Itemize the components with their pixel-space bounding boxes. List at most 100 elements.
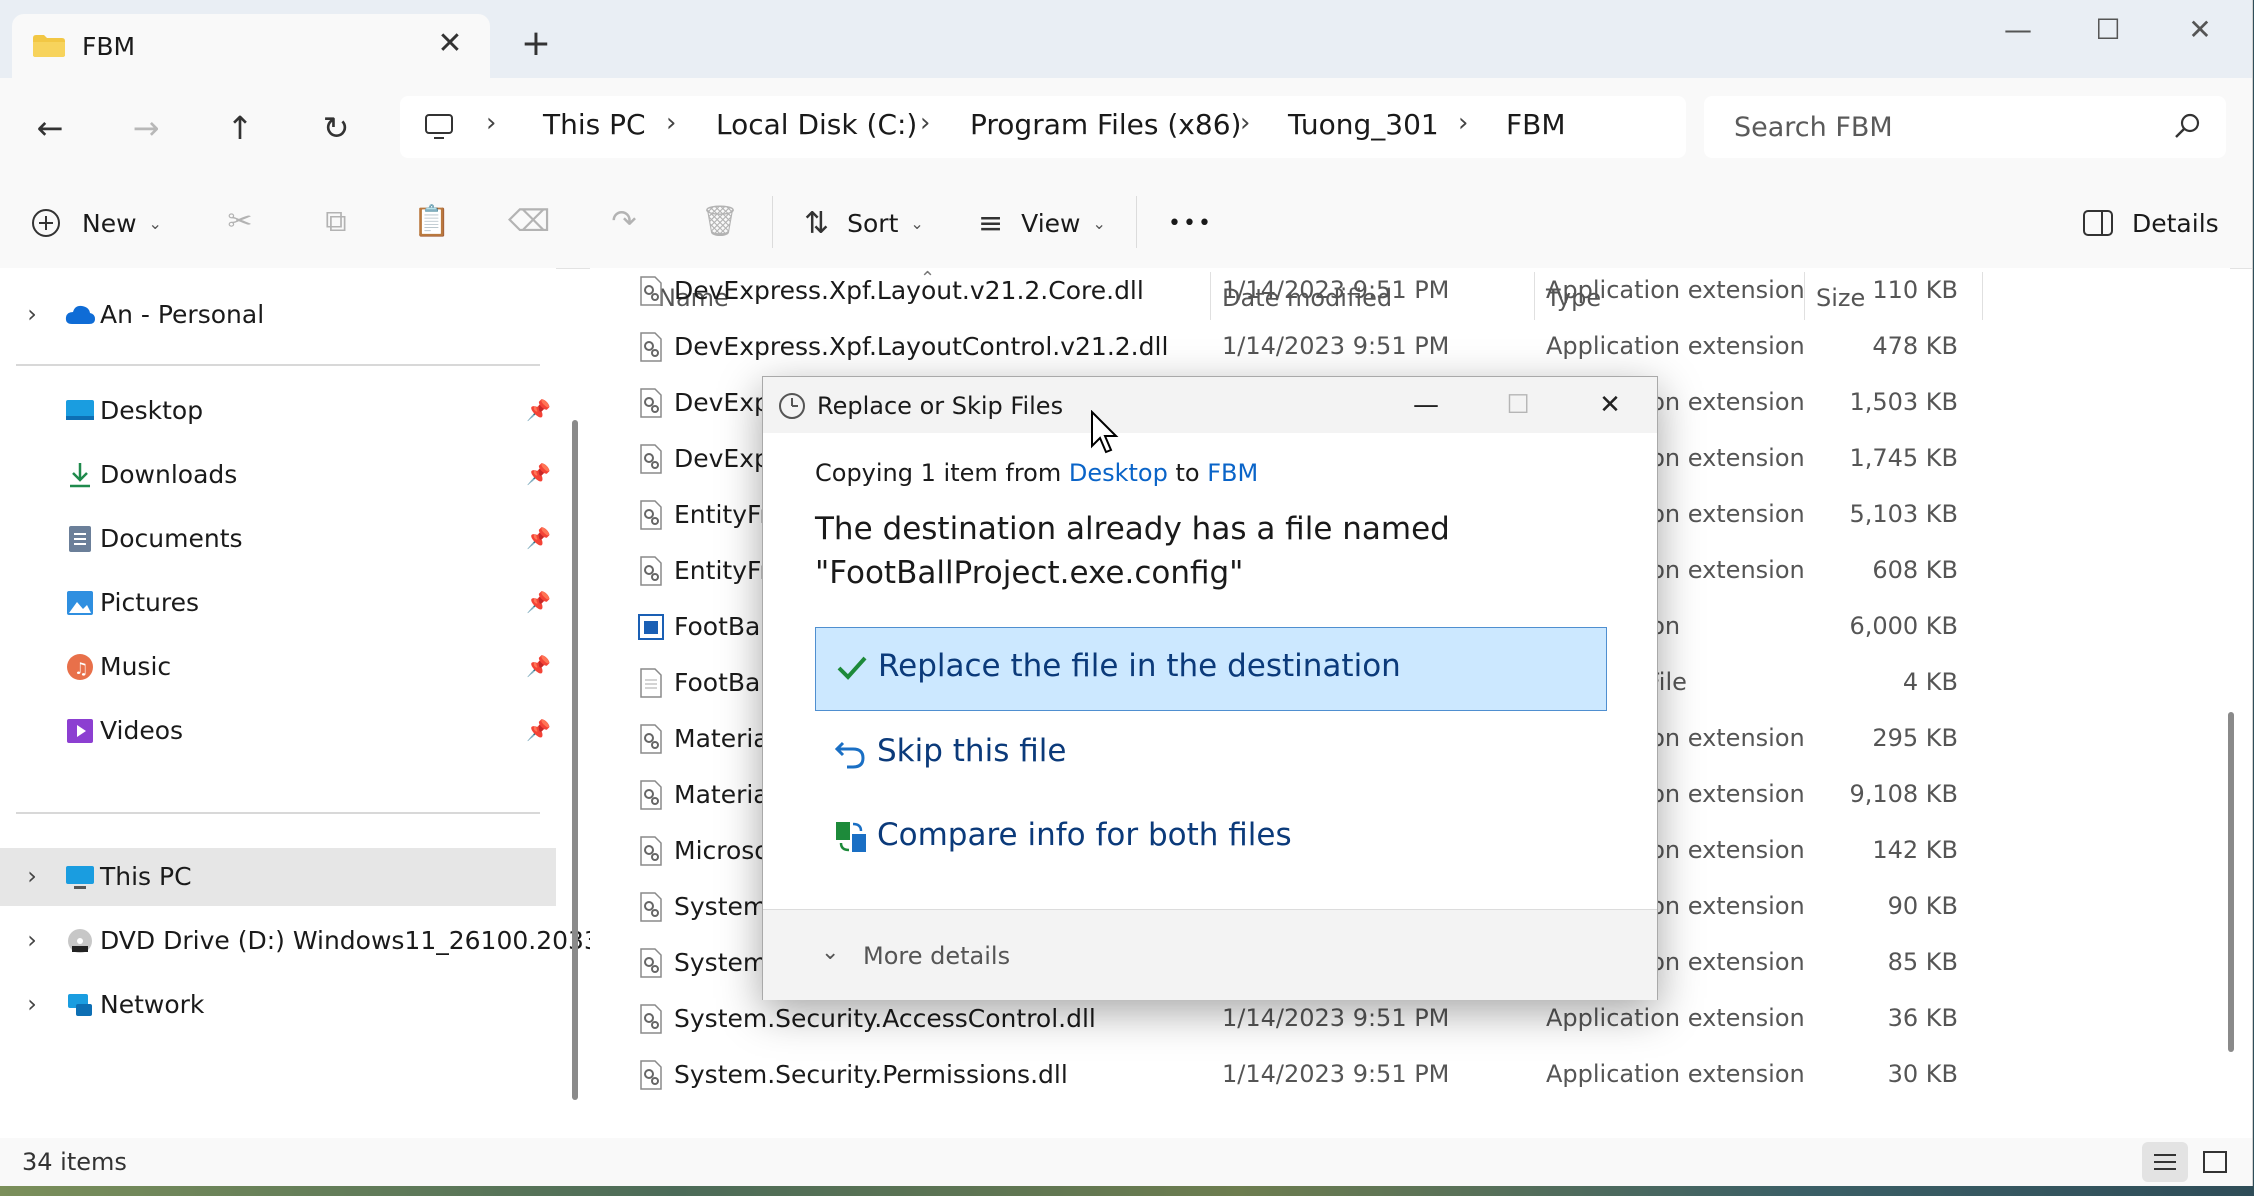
file-size: 142 KB xyxy=(1872,836,1958,864)
item-count: 34 items xyxy=(22,1148,127,1176)
chevron-right-icon[interactable]: › xyxy=(20,300,44,328)
file-row[interactable]: System.Security.Permissions.dll 1/14/2023… xyxy=(590,1048,1990,1104)
cut-icon[interactable]: ✂ xyxy=(220,202,260,242)
new-tab-button[interactable]: + xyxy=(516,26,556,62)
file-type: Application extension xyxy=(1546,332,1805,360)
search-box xyxy=(1704,96,2226,158)
sidebar-item-dvd-drive[interactable]: › DVD Drive (D:) Windows11_26100.2033_Pr… xyxy=(0,912,652,970)
sidebar-item-downloads[interactable]: Downloads 📌 xyxy=(0,446,556,504)
sidebar-item-label: DVD Drive (D:) Windows11_26100.2033_Pro xyxy=(100,926,653,955)
breadcrumb-local-disk[interactable]: Local Disk (C:) xyxy=(716,108,917,141)
forward-button[interactable]: → xyxy=(124,106,168,150)
file-name: System.Security.Permissions.dll xyxy=(674,1060,1068,1089)
address-bar[interactable]: › This PC › Local Disk (C:) › Program Fi… xyxy=(400,96,1686,158)
folder-icon xyxy=(33,35,65,57)
chevron-right-icon[interactable]: › xyxy=(666,108,676,138)
more-options-button[interactable]: ••• xyxy=(1168,200,1213,246)
pin-icon[interactable]: 📌 xyxy=(526,526,551,550)
sidebar-item-documents[interactable]: Documents 📌 xyxy=(0,510,556,568)
pin-icon[interactable]: 📌 xyxy=(526,590,551,614)
file-size: 1,503 KB xyxy=(1849,388,1958,416)
replace-file-option[interactable]: Replace the file in the destination xyxy=(815,627,1607,711)
minimize-button[interactable]: — xyxy=(1988,10,2048,50)
tab-fbm[interactable]: FBM ✕ xyxy=(12,14,490,78)
chevron-right-icon[interactable]: › xyxy=(20,926,44,954)
chevron-down-icon[interactable]: ⌄ xyxy=(821,940,839,965)
pin-icon[interactable]: 📌 xyxy=(526,462,551,486)
sidebar-item-music[interactable]: ♫ Music 📌 xyxy=(0,638,556,696)
search-icon[interactable] xyxy=(2172,110,2204,142)
undo-arrow-icon xyxy=(834,741,865,769)
compare-icon xyxy=(836,822,866,852)
dialog-close-button[interactable]: ✕ xyxy=(1585,385,1635,425)
chevron-right-icon[interactable]: › xyxy=(486,108,496,138)
skip-file-option[interactable]: Skip this file xyxy=(815,713,1605,795)
dll-file-icon xyxy=(640,1004,662,1034)
back-button[interactable]: ← xyxy=(28,106,72,150)
plus-circle-icon xyxy=(32,209,60,237)
maximize-button[interactable]: ☐ xyxy=(2078,10,2138,50)
chevron-down-icon: ⌄ xyxy=(148,213,162,233)
dll-file-icon xyxy=(640,724,662,754)
pin-icon[interactable]: 📌 xyxy=(526,654,551,678)
delete-icon[interactable]: 🗑 xyxy=(700,202,740,242)
file-date: 1/14/2023 9:51 PM xyxy=(1222,276,1450,304)
close-tab-button[interactable]: ✕ xyxy=(432,26,468,62)
destination-link[interactable]: FBM xyxy=(1207,459,1258,487)
file-size: 6,000 KB xyxy=(1849,612,1958,640)
chevron-right-icon[interactable]: › xyxy=(20,862,44,890)
new-label: New xyxy=(82,208,137,238)
chevron-right-icon[interactable]: › xyxy=(920,108,930,138)
breadcrumb-this-pc[interactable]: This PC xyxy=(543,108,646,141)
file-row[interactable]: System.Security.AccessControl.dll 1/14/20… xyxy=(590,992,1990,1048)
compare-files-option[interactable]: Compare info for both files xyxy=(815,797,1605,879)
sort-button[interactable]: ⇅ Sort ⌄ xyxy=(804,200,924,246)
dialog-maximize-button[interactable]: ☐ xyxy=(1493,385,1543,425)
chevron-right-icon[interactable]: › xyxy=(1458,108,1468,138)
more-details-button[interactable]: More details xyxy=(863,942,1010,970)
up-button[interactable]: ↑ xyxy=(218,106,262,150)
copy-prefix: Copying 1 item from xyxy=(815,459,1069,487)
breadcrumb-fbm[interactable]: FBM xyxy=(1506,108,1565,141)
sidebar-item-label: Network xyxy=(100,990,205,1019)
sidebar-item-label: Music xyxy=(100,652,172,681)
copy-icon[interactable]: ⧉ xyxy=(316,202,356,242)
pin-icon[interactable]: 📌 xyxy=(526,398,551,422)
pin-icon[interactable]: 📌 xyxy=(526,718,551,742)
sidebar-item-desktop[interactable]: Desktop 📌 xyxy=(0,382,556,440)
rename-icon[interactable]: ⌫ xyxy=(508,202,550,242)
details-view-button[interactable] xyxy=(2142,1142,2188,1182)
source-link[interactable]: Desktop xyxy=(1069,459,1168,487)
file-list-scrollbar[interactable] xyxy=(2228,712,2234,1052)
sidebar-scrollbar[interactable] xyxy=(572,420,578,1100)
new-button[interactable]: New ⌄ xyxy=(30,200,162,246)
share-icon[interactable]: ↷ xyxy=(604,202,644,242)
large-icons-view-button[interactable] xyxy=(2192,1142,2238,1182)
sidebar-item-pictures[interactable]: Pictures 📌 xyxy=(0,574,556,632)
view-button[interactable]: ≡ View ⌄ xyxy=(978,200,1106,246)
pictures-icon xyxy=(67,591,93,615)
sidebar-item-videos[interactable]: Videos 📌 xyxy=(0,702,556,760)
file-row[interactable]: DevExpress.Xpf.LayoutControl.v21.2.dll 1/… xyxy=(590,320,1990,376)
view-label: View xyxy=(1021,208,1081,238)
close-window-button[interactable]: ✕ xyxy=(2170,10,2230,50)
dialog-minimize-button[interactable]: — xyxy=(1401,385,1451,425)
paste-icon[interactable]: 📋 xyxy=(412,202,452,242)
sidebar-item-this-pc[interactable]: › This PC xyxy=(0,848,556,906)
sidebar-item-network[interactable]: › Network xyxy=(0,976,556,1034)
chevron-right-icon[interactable]: › xyxy=(1240,108,1250,138)
file-type: Application extension xyxy=(1546,1004,1805,1032)
breadcrumb-program-files[interactable]: Program Files (x86) xyxy=(970,108,1241,141)
dll-file-icon xyxy=(640,388,662,418)
dll-file-icon xyxy=(640,444,662,474)
chevron-right-icon[interactable]: › xyxy=(20,990,44,1018)
file-size: 36 KB xyxy=(1887,1004,1958,1032)
sort-icon: ⇅ xyxy=(804,205,830,241)
sidebar-item-onedrive[interactable]: › An - Personal xyxy=(0,286,556,344)
breadcrumb-tuong-301[interactable]: Tuong_301 xyxy=(1288,108,1439,141)
search-input[interactable] xyxy=(1732,106,2156,148)
refresh-button[interactable]: ↻ xyxy=(314,106,358,150)
details-button[interactable]: Details xyxy=(2082,200,2219,246)
conflict-file-name: "FootBallProject.exe.config" xyxy=(815,555,1244,591)
file-row[interactable]: DevExpress.Xpf.Layout.v21.2.Core.dll 1/14… xyxy=(590,268,1990,320)
